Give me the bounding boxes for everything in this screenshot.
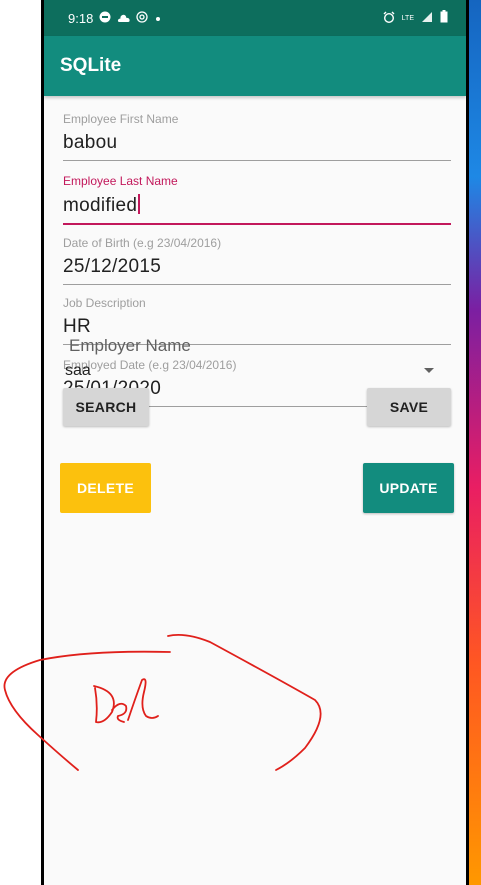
status-bar: 9:18 LTE bbox=[44, 0, 466, 36]
last-name-input[interactable]: modified bbox=[63, 194, 451, 225]
first-name-field[interactable]: Employee First Name babou bbox=[63, 112, 451, 161]
app-title: SQLite bbox=[60, 55, 122, 76]
message-icon bbox=[99, 11, 111, 26]
signal-icon bbox=[421, 11, 433, 26]
at-icon bbox=[136, 10, 148, 26]
annotation-left-arc bbox=[3, 650, 171, 771]
app-bar: SQLite bbox=[44, 36, 466, 96]
employer-name-label: Employer Name bbox=[69, 336, 191, 355]
date-of-birth-field[interactable]: Date of Birth (e.g 23/04/2016) 25/12/201… bbox=[63, 236, 451, 285]
search-button[interactable]: SEARCH bbox=[63, 388, 149, 426]
last-name-label: Employee Last Name bbox=[63, 174, 178, 188]
date-of-birth-input[interactable]: 25/12/2015 bbox=[63, 256, 451, 285]
battery-icon bbox=[440, 10, 448, 26]
last-name-value: modified bbox=[63, 195, 138, 216]
annotation-right-arc bbox=[167, 633, 322, 771]
date-of-birth-label: Date of Birth (e.g 23/04/2016) bbox=[63, 236, 222, 250]
handwritten-annotation bbox=[3, 633, 322, 771]
last-name-field[interactable]: Employee Last Name modified bbox=[63, 174, 451, 225]
chevron-down-icon[interactable] bbox=[424, 368, 434, 373]
lte-icon: LTE bbox=[401, 14, 414, 22]
first-name-input[interactable]: babou bbox=[63, 132, 451, 161]
dot-icon bbox=[154, 11, 162, 26]
delete-button[interactable]: DELETE bbox=[60, 463, 151, 513]
status-time: 9:18 bbox=[68, 10, 94, 26]
save-button[interactable]: SAVE bbox=[367, 388, 451, 426]
job-description-label: Job Description bbox=[63, 296, 146, 310]
update-button[interactable]: UPDATE bbox=[363, 463, 454, 513]
text-cursor bbox=[138, 194, 141, 214]
annotation-del-letters bbox=[93, 678, 159, 724]
cloud-icon bbox=[117, 11, 130, 26]
employed-date-label: Employed Date (e.g 23/04/2016) bbox=[63, 358, 237, 372]
employer-name-spinner[interactable]: saa bbox=[65, 362, 91, 380]
alarm-icon bbox=[383, 11, 395, 26]
first-name-label: Employee First Name bbox=[63, 112, 179, 126]
